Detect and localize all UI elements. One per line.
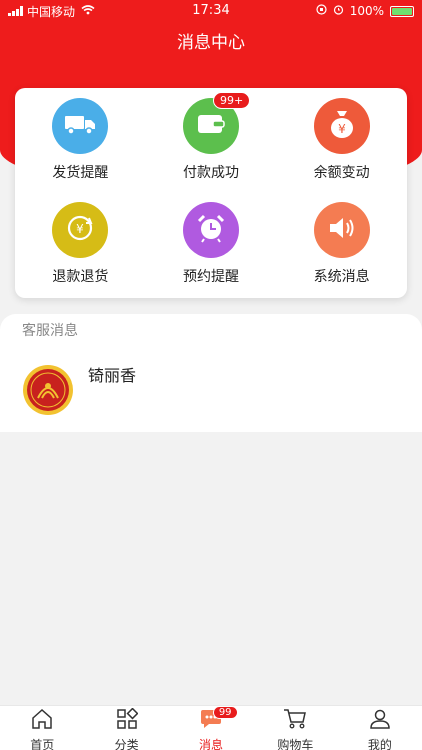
tab-label: 分类: [114, 738, 139, 750]
bottom-tab-bar: 首页 分类 99 消息 购物车 我的: [0, 705, 422, 750]
service-conversation-item[interactable]: 锜丽香: [0, 354, 422, 424]
category-refund-return[interactable]: ¥ 退款退货: [15, 192, 146, 298]
truck-icon: [64, 113, 96, 139]
alarm-clock-icon: [196, 213, 226, 247]
category-label: 系统消息: [313, 269, 370, 285]
category-icon-circle: 99+: [182, 92, 251, 154]
category-icon-circle: [182, 202, 239, 258]
category-icon-circle: [52, 98, 109, 154]
speaker-icon: [327, 215, 357, 245]
brand-logo-avatar: [22, 364, 74, 416]
tab-messages[interactable]: 99 消息: [169, 706, 253, 750]
service-name: 锜丽香: [88, 366, 137, 385]
customer-service-section: 客服消息 锜丽香: [0, 314, 422, 432]
status-time: 17:34: [192, 3, 230, 18]
category-icon-circle: [313, 202, 370, 258]
category-label: 发货提醒: [52, 165, 109, 181]
status-bar: 中国移动 17:34 100%: [0, 0, 422, 22]
tab-cart[interactable]: 购物车: [253, 706, 337, 750]
tab-unread-badge: 99: [212, 706, 238, 719]
category-payment-success[interactable]: 99+ 付款成功: [146, 88, 277, 192]
refund-icon: ¥: [65, 213, 95, 247]
tab-label: 消息: [199, 738, 224, 750]
category-icon: [116, 707, 139, 734]
unread-badge: 99+: [212, 92, 251, 109]
wallet-icon: [196, 112, 226, 140]
tab-label: 购物车: [277, 738, 314, 750]
category-shipping-reminder[interactable]: 发货提醒: [15, 88, 146, 192]
tab-label: 我的: [367, 738, 392, 750]
category-system-message[interactable]: 系统消息: [276, 192, 407, 298]
category-label: 退款退货: [52, 269, 109, 285]
message-category-grid: 发货提醒 99+ 付款成功 ¥ 余额变动 ¥ 退款退货 预约提醒 系统消息: [15, 88, 407, 298]
category-icon-circle: ¥: [313, 98, 370, 154]
category-label: 付款成功: [182, 165, 239, 181]
home-icon: [31, 708, 53, 734]
category-icon-circle: ¥: [52, 202, 109, 258]
page-title: 消息中心: [177, 33, 245, 53]
cart-icon: [283, 708, 307, 734]
section-title: 客服消息: [22, 323, 78, 339]
tab-profile[interactable]: 我的: [338, 706, 422, 750]
tab-home[interactable]: 首页: [0, 706, 84, 750]
tab-category[interactable]: 分类: [84, 706, 168, 750]
svg-text:¥: ¥: [77, 222, 85, 236]
tab-label: 首页: [30, 738, 55, 750]
category-appointment-reminder[interactable]: 预约提醒: [146, 192, 277, 298]
user-icon: [369, 708, 391, 734]
money-bag-icon: ¥: [328, 109, 356, 143]
battery-icon: [390, 5, 414, 17]
category-label: 预约提醒: [182, 269, 239, 285]
category-label: 余额变动: [313, 165, 370, 181]
category-balance-change[interactable]: ¥ 余额变动: [276, 88, 407, 192]
svg-text:¥: ¥: [338, 122, 346, 136]
